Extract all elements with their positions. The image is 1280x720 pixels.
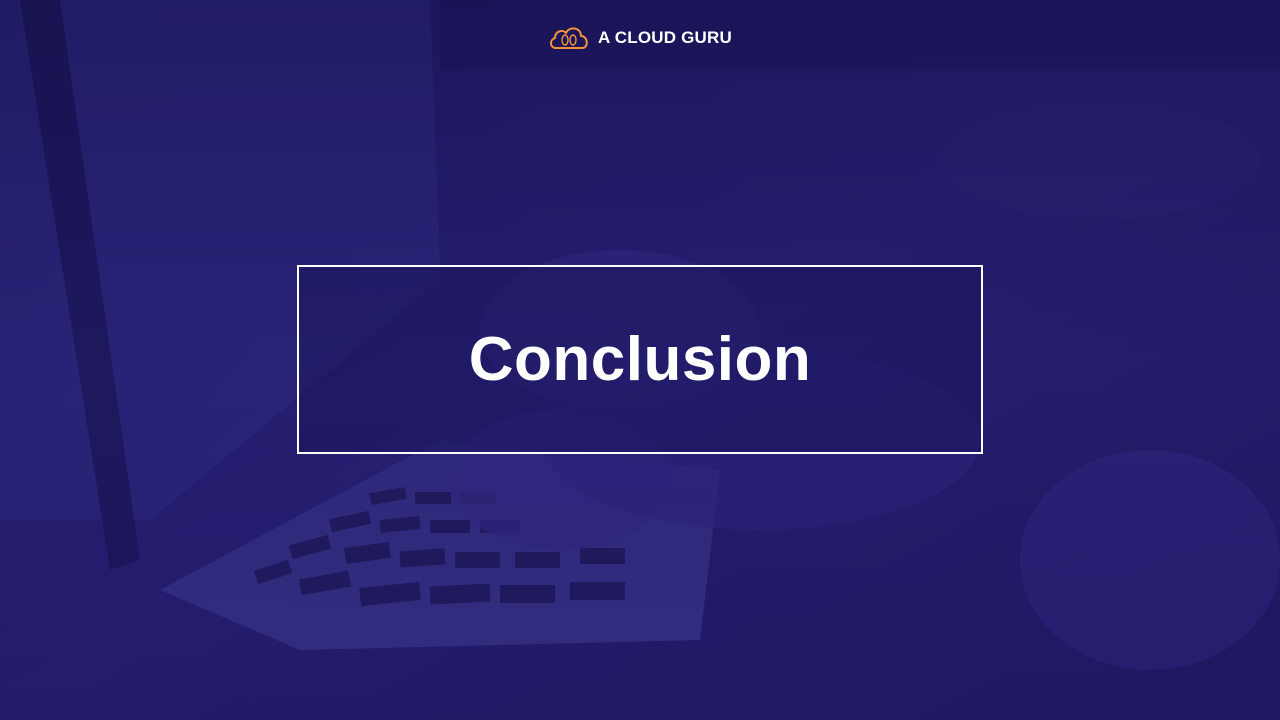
cloud-guru-icon — [550, 27, 588, 49]
logo: A CLOUD GURU — [0, 24, 1280, 52]
title-box: Conclusion — [297, 265, 983, 454]
slide-title: Conclusion — [468, 325, 812, 394]
slide: A CLOUD GURU Conclusion — [0, 0, 1280, 720]
logo-text: A CLOUD GURU — [598, 28, 732, 47]
